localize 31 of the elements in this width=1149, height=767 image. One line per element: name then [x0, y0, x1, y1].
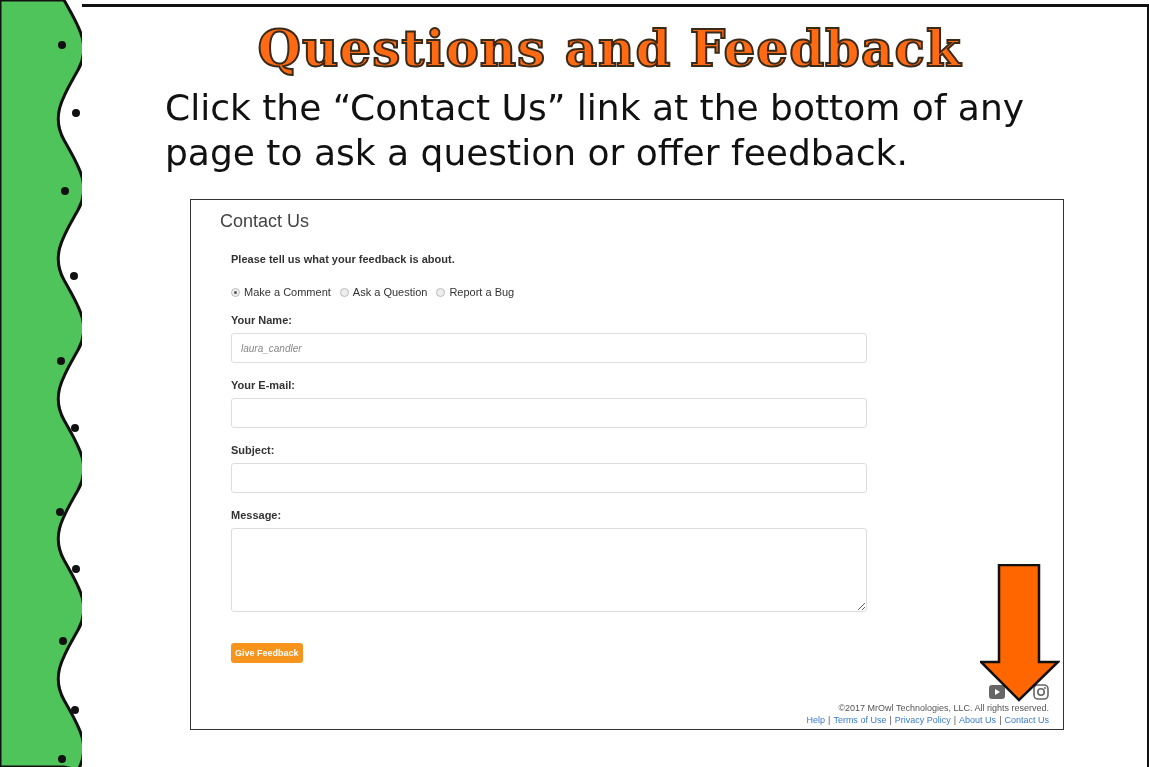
instagram-icon[interactable]	[1033, 684, 1049, 700]
radio-button[interactable]	[436, 287, 446, 297]
footer-link[interactable]: About Us	[959, 715, 997, 725]
text-field[interactable]	[231, 398, 867, 428]
video-icon[interactable]	[989, 684, 1005, 700]
link-separator: |	[828, 715, 831, 725]
field-label: Your Name:	[231, 314, 293, 326]
text-field[interactable]: laura_candler	[231, 333, 867, 363]
field-label: Message:	[231, 509, 283, 521]
radio-button[interactable]	[231, 287, 240, 297]
field-label: Subject:	[231, 444, 276, 456]
form-heading: Contact Us	[220, 211, 311, 232]
field-label: Your E-mail:	[231, 379, 296, 391]
form-prompt: Please tell us what your feedback is about.	[231, 253, 456, 265]
link-separator: |	[953, 715, 957, 725]
radio-label: Make a Comment	[244, 286, 331, 298]
link-separator: |	[999, 715, 1002, 725]
footer-link[interactable]: Contact Us	[1004, 715, 1049, 725]
footer-link[interactable]: Privacy Policy	[894, 715, 951, 725]
slide-title: Questions and Feedback	[256, 21, 963, 77]
footer-link[interactable]: Terms of Use	[833, 715, 887, 725]
radio-button[interactable]	[339, 287, 349, 297]
instruction-text: Click the “Contact Us” link at the bottom of any page to ask a question or offer feedback.	[165, 86, 1026, 175]
footer-link[interactable]: Help	[806, 715, 826, 725]
text-field[interactable]	[231, 463, 867, 493]
message-field[interactable]	[231, 528, 867, 612]
copyright-text: ©2017 MrOwl Technologies, LLC. All rights reserved.	[838, 703, 1049, 713]
radio-label: Report a Bug	[449, 286, 515, 298]
radio-label: Ask a Question	[352, 286, 428, 298]
link-separator: |	[889, 715, 892, 725]
arrow-icon	[980, 564, 1060, 702]
